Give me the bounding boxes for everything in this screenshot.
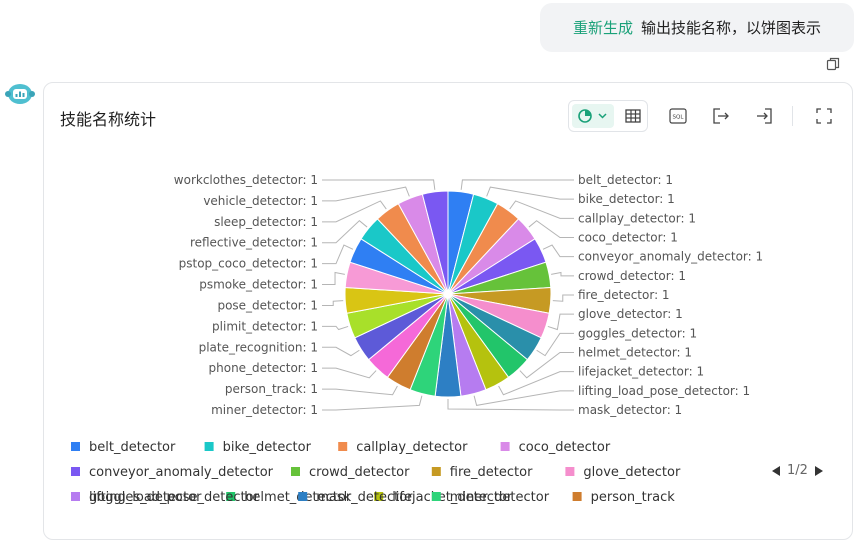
pie-data-label: mask_detector: 1 [578, 403, 682, 417]
pie-data-label: person_track: 1 [225, 382, 318, 396]
pie-label-line [322, 325, 349, 331]
pie-data-label: pose_detector: 1 [217, 298, 318, 312]
legend-item-person_track[interactable]: person_track [572, 490, 676, 505]
pie-data-label: goggles_detector: 1 [578, 326, 697, 340]
pie-label-line [322, 300, 344, 306]
legend-item-miner_detector[interactable]: miner_detector [431, 490, 550, 505]
legend-label: bike_detector [223, 440, 312, 455]
pie-data-label: bike_detector: 1 [578, 192, 675, 206]
user-message-text: 输出技能名称，以饼图表示 [641, 19, 822, 37]
pie-label-line [322, 186, 410, 202]
pie-label-line [460, 179, 574, 190]
pie-label-line [322, 346, 360, 357]
legend-label: glove_detector [583, 465, 681, 480]
legend-page-indicator: 1/2 [787, 463, 808, 478]
legend-swatch [431, 492, 441, 501]
pie-data-label: sleep_detector: 1 [214, 215, 318, 229]
pie-label-line [552, 294, 574, 302]
legend-item-belt_detector[interactable]: belt_detector [71, 440, 176, 455]
legend-label: callplay_detector [356, 440, 468, 455]
legend-label: crowd_detector [309, 465, 410, 480]
legend-label: coco_detector [519, 440, 611, 455]
legend-label: conveyor_anomaly_detector [89, 465, 274, 480]
pie-data-label: reflective_detector: 1 [190, 236, 318, 250]
pie-label-line [528, 220, 574, 238]
chart-card: 技能名称统计 SQL belt_detector: 1 bike_detecto… [43, 82, 853, 540]
legend-label: fire_detector [450, 465, 533, 480]
legend-swatch [71, 442, 80, 451]
legend-item-coco_detector[interactable]: coco_detector [500, 440, 611, 455]
legend-swatch [431, 467, 441, 476]
next-page-icon[interactable] [812, 464, 826, 478]
legend-item-fire_detector[interactable]: fire_detector [431, 465, 533, 480]
pie-data-label: crowd_detector: 1 [578, 269, 686, 283]
legend-item-conveyor_anomaly_detector[interactable]: conveyor_anomaly_detector [71, 465, 274, 480]
pie-data-label: psmoke_detector: 1 [199, 278, 318, 292]
pie-data-label: conveyor_anomaly_detector: 1 [578, 250, 763, 264]
pie-label-line [322, 271, 345, 286]
legend-swatch [572, 492, 582, 501]
pie-label-line [322, 200, 387, 223]
pie-label-line [509, 200, 574, 219]
legend-label: lifting_load_pose_detector [89, 490, 260, 505]
pie-data-label: helmet_detector: 1 [578, 346, 692, 360]
legend-swatch [71, 492, 80, 501]
pie-label-line [322, 385, 398, 396]
pie-data-label: miner_detector: 1 [211, 403, 318, 417]
legend-swatch [298, 492, 308, 501]
pie-data-label: pstop_coco_detector: 1 [179, 257, 318, 271]
pie-label-line [322, 244, 354, 265]
legend-item-callplay_detector[interactable]: callplay_detector [338, 440, 468, 455]
legend-label: miner_detector [450, 490, 550, 505]
pie-label-line [551, 271, 574, 277]
pie-data-label: workclothes_detector: 1 [174, 173, 318, 187]
legend-item-glove_detector[interactable]: glove_detector [565, 465, 681, 480]
legend-item-mask_detector[interactable]: mask_detector [298, 490, 413, 505]
pie-label-line [322, 395, 423, 411]
legend-item-bike_detector[interactable]: bike_detector [204, 440, 312, 455]
copy-icon[interactable] [826, 57, 840, 71]
pie-data-label: lifejacket_detector: 1 [578, 365, 704, 379]
legend-item-crowd_detector[interactable]: crowd_detector [291, 465, 410, 480]
pie-data-label: plimit_detector: 1 [212, 319, 318, 333]
pie-data-label: callplay_detector: 1 [578, 211, 696, 225]
pie-chart: belt_detector: 1 bike_detector: 1 callplay… [71, 173, 763, 505]
user-message-bubble: 重新生成 输出技能名称，以饼图表示 [540, 3, 854, 52]
pie-label-line [322, 179, 436, 190]
pie-data-label: belt_detector: 1 [578, 173, 673, 187]
pie-label-line [447, 399, 574, 411]
pie-label-line [473, 390, 574, 406]
legend-swatch [71, 467, 80, 476]
legend-pager: 1/2 [769, 463, 826, 478]
pie-data-label: fire_detector: 1 [578, 288, 670, 302]
pie-data-label: coco_detector: 1 [578, 231, 678, 245]
legend-label: person_track [591, 490, 676, 505]
legend-swatch [291, 467, 300, 476]
legend-swatch [204, 442, 214, 451]
legend-swatch [500, 442, 510, 451]
prev-page-icon[interactable] [769, 464, 783, 478]
legend-label: mask_detector [316, 490, 413, 505]
pie-label-line [547, 313, 574, 331]
pie-label-line [486, 186, 574, 200]
legend-swatch [338, 442, 348, 451]
pie-label-line [542, 244, 574, 258]
pie-data-label: phone_detector: 1 [209, 361, 319, 375]
legend-item-lifting_load_pose_detector[interactable]: lifting_load_pose_detector [71, 490, 260, 505]
pie-label-line [322, 367, 377, 379]
pie-data-label: vehicle_detector: 1 [203, 194, 318, 208]
pie-data-label: glove_detector: 1 [578, 307, 683, 321]
legend-label: belt_detector [89, 440, 176, 455]
pie-data-label: plate_recognition: 1 [199, 340, 318, 354]
regenerate-link[interactable]: 重新生成 [573, 17, 633, 38]
legend-swatch [565, 467, 575, 476]
pie-data-label: lifting_load_pose_detector: 1 [578, 384, 750, 398]
bot-avatar-icon [5, 84, 35, 104]
